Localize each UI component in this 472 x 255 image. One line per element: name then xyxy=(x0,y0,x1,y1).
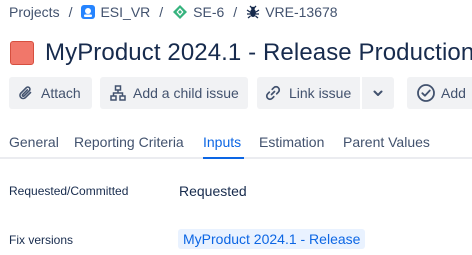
check-circle-icon xyxy=(417,84,435,102)
link-issue-button-label: Link issue xyxy=(289,85,352,101)
attach-button[interactable]: Attach xyxy=(9,77,92,109)
chevron-down-icon xyxy=(373,90,383,96)
breadcrumb-projects-label: Projects xyxy=(9,4,60,20)
fix-version-lozenge[interactable]: MyProduct 2024.1 - Release xyxy=(178,229,366,249)
issue-type-icon[interactable] xyxy=(10,41,34,65)
requested-committed-value[interactable]: Requested xyxy=(179,183,247,199)
breadcrumb: Projects / ESI_VR / SE-6 / VRE-13678 xyxy=(9,2,338,22)
breadcrumb-parent-issue[interactable]: SE-6 xyxy=(172,4,224,20)
tab-reporting-criteria[interactable]: Reporting Criteria xyxy=(74,134,184,150)
link-issue-dropdown-button[interactable] xyxy=(362,77,394,109)
add-button-label: Add xyxy=(441,85,466,101)
active-tab-indicator xyxy=(203,157,244,159)
child-issue-hierarchy-icon xyxy=(110,85,126,101)
breadcrumb-projects[interactable]: Projects xyxy=(9,4,60,20)
add-button[interactable]: Add xyxy=(407,77,472,109)
requested-committed-label: Requested/Committed xyxy=(9,184,129,198)
tab-inputs[interactable]: Inputs xyxy=(203,134,241,150)
link-icon xyxy=(265,85,281,101)
tab-general[interactable]: General xyxy=(9,134,59,150)
tab-bar: General Reporting Criteria Inputs Estima… xyxy=(0,126,472,159)
add-child-issue-button[interactable]: Add a child issue xyxy=(100,77,248,109)
issue-title-row: MyProduct 2024.1 - Release Production xyxy=(10,38,472,68)
add-child-issue-button-label: Add a child issue xyxy=(133,85,239,101)
issue-title[interactable]: MyProduct 2024.1 - Release Production xyxy=(45,39,472,67)
bug-icon xyxy=(246,5,260,19)
paperclip-icon xyxy=(19,86,32,100)
attach-button-label: Attach xyxy=(41,85,81,101)
tab-parent-values[interactable]: Parent Values xyxy=(343,134,430,150)
breadcrumb-separator: / xyxy=(233,4,238,20)
breadcrumb-separator: / xyxy=(159,4,164,20)
breadcrumb-project[interactable]: ESI_VR xyxy=(81,4,150,20)
tab-estimation[interactable]: Estimation xyxy=(259,134,324,150)
link-issue-button[interactable]: Link issue xyxy=(257,77,360,109)
breadcrumb-current-issue[interactable]: VRE-13678 xyxy=(246,4,338,20)
issue-toolbar: Attach Add a child issue Link issue Add xyxy=(0,77,472,109)
epic-icon xyxy=(173,5,188,19)
breadcrumb-parent-issue-label: SE-6 xyxy=(193,4,225,20)
breadcrumb-project-label: ESI_VR xyxy=(100,4,151,20)
fix-versions-label: Fix versions xyxy=(9,233,74,247)
breadcrumb-current-issue-label: VRE-13678 xyxy=(265,4,338,20)
project-avatar-icon xyxy=(81,5,96,19)
breadcrumb-separator: / xyxy=(68,4,73,20)
